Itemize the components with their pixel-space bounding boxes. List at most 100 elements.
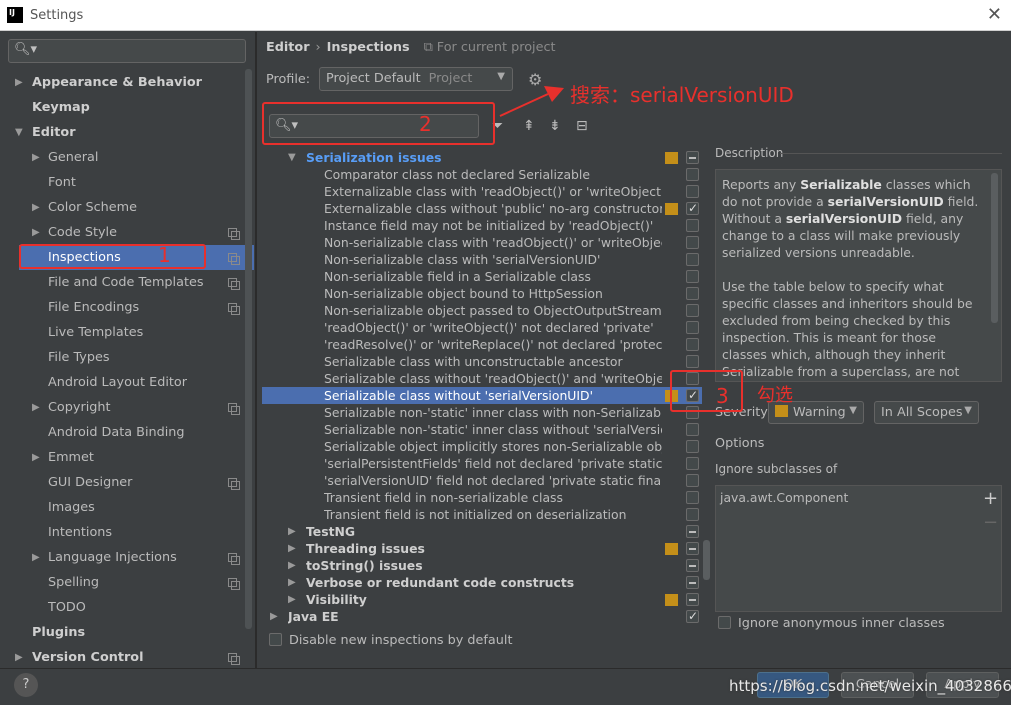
inspection-row[interactable]: Non-serializable class with 'serialVersi… [262,251,702,268]
scope-select[interactable]: In All Scopes ▼ [874,401,979,424]
inspection-row[interactable]: Non-serializable object bound to HttpSes… [262,285,702,302]
inspection-scrollbar[interactable] [703,540,710,580]
collapsed-arrow-icon[interactable]: ▶ [15,645,23,670]
inspection-checkbox[interactable] [686,593,699,606]
inspection-row[interactable]: Non-serializable class with 'readObject(… [262,234,702,251]
inspection-row[interactable]: 'serialPersistentFields' field not decla… [262,455,702,472]
expanded-arrow-icon[interactable]: ▼ [288,149,296,166]
inspection-checkbox[interactable] [686,608,699,625]
sidebar-item-code-style[interactable]: ▶ Code Style [0,220,245,245]
sidebar-item-appearance-behavior[interactable]: ▶ Appearance & Behavior [0,70,245,95]
inspection-checkbox[interactable] [686,270,699,283]
inspection-checkbox[interactable] [686,236,699,249]
sidebar-item-android-data-binding[interactable]: Android Data Binding [0,420,245,445]
sidebar-item-color-scheme[interactable]: ▶ Color Scheme [0,195,245,220]
inspection-group-row[interactable]: ▶ Java EE [262,608,702,625]
inspection-row[interactable]: Externalizable class with 'readObject()'… [262,183,702,200]
inspection-row[interactable]: Serializable object implicitly stores no… [262,438,702,455]
inspection-row[interactable]: Non-serializable object passed to Object… [262,302,702,319]
sidebar-item-general[interactable]: ▶ General [0,145,245,170]
inspection-group-row[interactable]: ▶ Verbose or redundant code constructs [262,574,702,591]
breadcrumb-editor[interactable]: Editor [266,40,310,55]
collapsed-arrow-icon[interactable]: ▶ [288,574,296,591]
sidebar-item-gui-designer[interactable]: GUI Designer [0,470,245,495]
inspection-checkbox[interactable] [686,304,699,317]
inspection-row[interactable]: Comparator class not declared Serializab… [262,166,702,183]
inspection-checkbox[interactable] [686,168,699,181]
sidebar-item-version-control[interactable]: ▶ Version Control [0,645,245,670]
sidebar-scrollbar[interactable] [245,69,252,629]
collapsed-arrow-icon[interactable]: ▶ [288,557,296,574]
settings-search-input[interactable]: 🔍︎▾ [8,39,246,63]
inspection-group-row[interactable]: ▶ Visibility [262,591,702,608]
inspection-row[interactable]: Serializable class with unconstructable … [262,353,702,370]
collapsed-arrow-icon[interactable]: ▶ [32,145,40,170]
sidebar-item-file-types[interactable]: File Types [0,345,245,370]
inspection-checkbox[interactable] [686,321,699,334]
inspection-checkbox[interactable] [686,559,699,572]
disable-new-inspections-checkbox[interactable]: Disable new inspections by default [269,633,512,648]
inspection-checkbox[interactable] [686,355,699,368]
add-icon[interactable]: + [983,488,998,509]
sidebar-item-spelling[interactable]: Spelling [0,570,245,595]
inspection-group-row[interactable]: ▶ Threading issues [262,540,702,557]
inspection-checkbox[interactable] [686,542,699,555]
expand-all-icon[interactable]: ⇞ [523,118,535,134]
inspection-checkbox[interactable] [686,338,699,351]
inspection-checkbox[interactable] [686,219,699,232]
inspection-checkbox[interactable] [686,200,699,217]
collapsed-arrow-icon[interactable]: ▶ [288,523,296,540]
collapsed-arrow-icon[interactable]: ▶ [32,195,40,220]
remove-icon[interactable]: − [983,512,998,533]
profile-select[interactable]: Project Default Project ▼ [319,67,513,91]
inspection-row[interactable]: 'serialVersionUID' field not declared 'p… [262,472,702,489]
inspection-checkbox[interactable] [686,525,699,538]
collapsed-arrow-icon[interactable]: ▶ [32,445,40,470]
inspection-group-row[interactable]: ▶ toString() issues [262,557,702,574]
sidebar-item-emmet[interactable]: ▶ Emmet [0,445,245,470]
collapsed-arrow-icon[interactable]: ▶ [32,395,40,420]
expanded-arrow-icon[interactable]: ▼ [15,120,23,145]
inspection-checkbox[interactable] [686,576,699,589]
splitter[interactable] [255,32,257,668]
sidebar-item-file-encodings[interactable]: File Encodings [0,295,245,320]
collapsed-arrow-icon[interactable]: ▶ [15,70,23,95]
collapsed-arrow-icon[interactable]: ▶ [32,545,40,570]
inspection-row[interactable]: Transient field in non-serializable clas… [262,489,702,506]
inspection-checkbox[interactable] [686,508,699,521]
inspection-checkbox[interactable] [686,457,699,470]
sidebar-item-android-layout-editor[interactable]: Android Layout Editor [0,370,245,395]
inspection-row[interactable]: Externalizable class without 'public' no… [262,200,702,217]
description-scrollbar[interactable] [991,173,998,323]
sidebar-item-images[interactable]: Images [0,495,245,520]
inspection-row[interactable]: 'readResolve()' or 'writeReplace()' not … [262,336,702,353]
inspection-checkbox[interactable] [686,185,699,198]
collapsed-arrow-icon[interactable]: ▶ [288,540,296,557]
sidebar-item-keymap[interactable]: Keymap [0,95,245,120]
inspection-checkbox[interactable] [686,440,699,453]
inspection-row[interactable]: Transient field is not initialized on de… [262,506,702,523]
inspection-checkbox[interactable] [686,474,699,487]
sidebar-item-live-templates[interactable]: Live Templates [0,320,245,345]
inspection-checkbox[interactable] [686,287,699,300]
sidebar-item-editor[interactable]: ▼ Editor [0,120,245,145]
inspection-checkbox[interactable] [686,423,699,436]
inspection-row[interactable]: Instance field may not be initialized by… [262,217,702,234]
inspection-checkbox[interactable] [686,151,699,164]
sidebar-item-file-and-code-templates[interactable]: File and Code Templates [0,270,245,295]
sidebar-item-language-injections[interactable]: ▶ Language Injections [0,545,245,570]
inspection-row[interactable]: 'readObject()' or 'writeObject()' not de… [262,319,702,336]
inspection-group-row[interactable]: ▶ TestNG [262,523,702,540]
ignore-list-item[interactable]: java.awt.Component [720,490,997,505]
inspection-row[interactable]: Serializable class without 'serialVersio… [262,387,702,404]
collapse-all-icon[interactable]: ⇟ [549,118,561,134]
collapsed-arrow-icon[interactable]: ▶ [270,608,278,625]
inspection-row[interactable]: Serializable non-'static' inner class wi… [262,404,702,421]
inspection-checkbox[interactable] [686,491,699,504]
inspection-row[interactable]: Serializable non-'static' inner class wi… [262,421,702,438]
close-icon[interactable]: ✕ [987,4,1002,25]
inspection-checkbox[interactable] [686,253,699,266]
inspection-row[interactable]: Non-serializable field in a Serializable… [262,268,702,285]
sidebar-item-intentions[interactable]: Intentions [0,520,245,545]
sidebar-item-font[interactable]: Font [0,170,245,195]
